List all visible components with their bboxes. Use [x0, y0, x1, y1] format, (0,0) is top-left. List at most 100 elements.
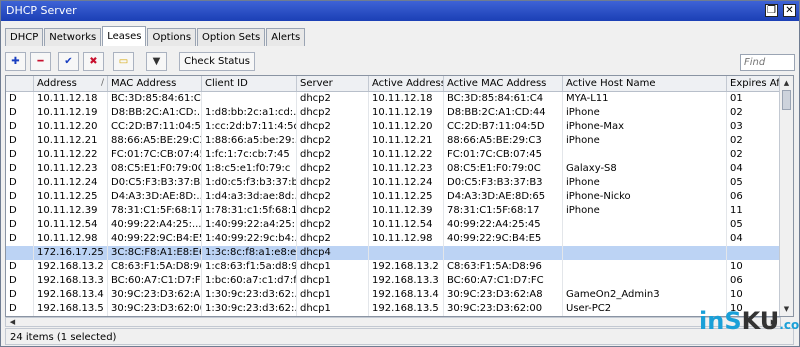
cell-host: [563, 260, 727, 274]
table-row[interactable]: D 192.168.13.5 30:9C:23:D3:62:00 1:30:9c:23…: [6, 302, 792, 316]
cell-server: dhcp2: [297, 120, 369, 134]
disable-button[interactable]: ✖: [83, 52, 104, 71]
cell-server: dhcp1: [297, 302, 369, 316]
cell-flag: D: [6, 218, 34, 232]
cell-host: Galaxy-S8: [563, 162, 727, 176]
table-row[interactable]: D 10.11.12.39 78:31:C1:5F:68:17 1:78:31:c1:…: [6, 204, 792, 218]
tab-options[interactable]: Options: [147, 28, 197, 46]
cell-active-mac: 08:C5:E1:F0:79:0C: [444, 162, 563, 176]
cell-address: 10.11.12.23: [34, 162, 108, 176]
column-header[interactable]: Client ID: [202, 76, 297, 91]
cell-flag: D: [6, 260, 34, 274]
tab-alerts[interactable]: Alerts: [266, 28, 306, 46]
scroll-left-icon[interactable]: ◀: [7, 316, 18, 328]
cell-active-address: 10.11.12.39: [369, 204, 444, 218]
tab-option-sets[interactable]: Option Sets: [197, 28, 266, 46]
cell-active-mac: D8:BB:2C:A1:CD:44: [444, 106, 563, 120]
cell-address: 10.11.12.54: [34, 218, 108, 232]
cell-address: 10.11.12.25: [34, 190, 108, 204]
cell-server: dhcp2: [297, 204, 369, 218]
table-row[interactable]: D 10.11.12.98 40:99:22:9C:B4:E5 1:40:99:22:…: [6, 232, 792, 246]
cell-mac: 88:66:A5:BE:29:C3: [108, 134, 202, 148]
cell-client-id: 1:8:c5:e1:f0:79:c: [202, 162, 297, 176]
remove-button[interactable]: ━: [30, 52, 51, 71]
tab-dhcp[interactable]: DHCP: [5, 28, 44, 46]
title-bar[interactable]: DHCP Server ❐ ✕: [1, 1, 799, 21]
comment-button[interactable]: ▭: [113, 52, 134, 71]
table-row[interactable]: D 10.11.12.25 D4:A3:3D:AE:8D:... 1:d4:a3:3d…: [6, 190, 792, 204]
cell-client-id: 1:d4:a3:3d:ae:8d:...: [202, 190, 297, 204]
cell-active-mac: [444, 246, 563, 260]
table-row[interactable]: D 10.11.12.19 D8:BB:2C:A1:CD:... 1:d8:bb:2c…: [6, 106, 792, 120]
column-header[interactable]: Active MAC Address: [444, 76, 563, 91]
cell-server: dhcp1: [297, 274, 369, 288]
cell-host: iPhone: [563, 176, 727, 190]
cell-address: 192.168.13.4: [34, 288, 108, 302]
cell-mac: 30:9C:23:D3:62:A8: [108, 288, 202, 302]
table-row[interactable]: D 10.11.12.23 08:C5:E1:F0:79:0C 1:8:c5:e1:f…: [6, 162, 792, 176]
column-header[interactable]: Active Address: [369, 76, 444, 91]
scroll-thumb[interactable]: [782, 90, 791, 110]
table-row[interactable]: D 192.168.13.2 C8:63:F1:5A:D8:96 1:c8:63:f1…: [6, 260, 792, 274]
cell-active-address: 10.11.12.20: [369, 120, 444, 134]
table-row[interactable]: D 10.11.12.22 FC:01:7C:CB:07:45 1:fc:1:7c:c…: [6, 148, 792, 162]
cell-flag: D: [6, 148, 34, 162]
tab-leases[interactable]: Leases: [102, 26, 147, 46]
cell-host: iPhone: [563, 134, 727, 148]
cell-active-mac: BC:3D:85:84:61:C4: [444, 92, 563, 106]
vertical-scrollbar[interactable]: ▲ ▼: [779, 76, 793, 316]
cell-client-id: 1:30:9c:23:d3:62:...: [202, 302, 297, 316]
restore-button[interactable]: ❐: [765, 4, 778, 17]
scroll-up-icon[interactable]: ▲: [781, 77, 792, 89]
table-row[interactable]: D 192.168.13.3 BC:60:A7:C1:D7:FC 1:bc:60:a7…: [6, 274, 792, 288]
cell-mac: 78:31:C1:5F:68:17: [108, 204, 202, 218]
cell-client-id: 1:d8:bb:2c:a1:cd:...: [202, 106, 297, 120]
column-header[interactable]: Active Host Name: [563, 76, 727, 91]
cell-client-id: 1:d0:c5:f3:b3:37:b3: [202, 176, 297, 190]
cell-host: [563, 148, 727, 162]
find-input[interactable]: [740, 54, 795, 71]
column-header[interactable]: Server: [297, 76, 369, 91]
cell-flag: D: [6, 134, 34, 148]
cell-address: 10.11.12.22: [34, 148, 108, 162]
column-header[interactable]: Address: [34, 76, 108, 91]
cell-flag: D: [6, 274, 34, 288]
watermark-logo: inSKU.com: [699, 307, 800, 335]
table-row[interactable]: D 192.168.13.4 30:9C:23:D3:62:A8 1:30:9c:23…: [6, 288, 792, 302]
cell-active-mac: BC:60:A7:C1:D7:FC: [444, 274, 563, 288]
cell-active-mac: 88:66:A5:BE:29:C3: [444, 134, 563, 148]
toolbar: ✚ ━ ✔ ✖ ▭ ▼ Check Status: [5, 51, 797, 73]
cell-active-address: 10.11.12.21: [369, 134, 444, 148]
table-row[interactable]: D 10.11.12.21 88:66:A5:BE:29:C3 1:88:66:a5:…: [6, 134, 792, 148]
add-button[interactable]: ✚: [5, 52, 26, 71]
horizontal-scrollbar[interactable]: ◀ ▶: [5, 317, 781, 327]
cell-mac: D4:A3:3D:AE:8D:...: [108, 190, 202, 204]
tab-bar: DHCP Networks Leases Options Option Sets Aler…: [5, 26, 306, 46]
cell-active-address: 192.168.13.4: [369, 288, 444, 302]
cell-host: iPhone-Max: [563, 120, 727, 134]
cell-active-address: 10.11.12.23: [369, 162, 444, 176]
cell-client-id: 1:78:31:c1:5f:68:17: [202, 204, 297, 218]
tab-networks[interactable]: Networks: [44, 28, 102, 46]
column-header[interactable]: [6, 76, 34, 91]
cell-active-address: 10.11.12.98: [369, 232, 444, 246]
cell-server: dhcp2: [297, 232, 369, 246]
cell-host: MYA-L11: [563, 92, 727, 106]
table-row[interactable]: 172.16.17.25 3C:8C:F8:A1:E8:E6 1:3c:8c:f8:…: [6, 246, 792, 260]
cell-mac: FC:01:7C:CB:07:45: [108, 148, 202, 162]
table-row[interactable]: D 10.11.12.24 D0:C5:F3:B3:37:B3 1:d0:c5:f3:…: [6, 176, 792, 190]
table-row[interactable]: D 10.11.12.54 40:99:22:A4:25:... 1:40:99:22…: [6, 218, 792, 232]
check-status-button[interactable]: Check Status: [179, 52, 255, 71]
filter-button[interactable]: ▼: [146, 52, 167, 71]
column-header[interactable]: MAC Address: [108, 76, 202, 91]
cell-active-address: [369, 246, 444, 260]
status-bar: 24 items (1 selected): [5, 328, 794, 345]
table-row[interactable]: D 10.11.12.20 CC:2D:B7:11:04:5D 1:cc:2d:b7:…: [6, 120, 792, 134]
cell-mac: BC:60:A7:C1:D7:FC: [108, 274, 202, 288]
close-button[interactable]: ✕: [783, 4, 796, 17]
table-row[interactable]: D 10.11.12.18 BC:3D:85:84:61:C4 dhcp2 10.11.…: [6, 92, 792, 106]
cell-address: 10.11.12.18: [34, 92, 108, 106]
cell-server: dhcp2: [297, 148, 369, 162]
cell-address: 10.11.12.21: [34, 134, 108, 148]
enable-button[interactable]: ✔: [58, 52, 79, 71]
